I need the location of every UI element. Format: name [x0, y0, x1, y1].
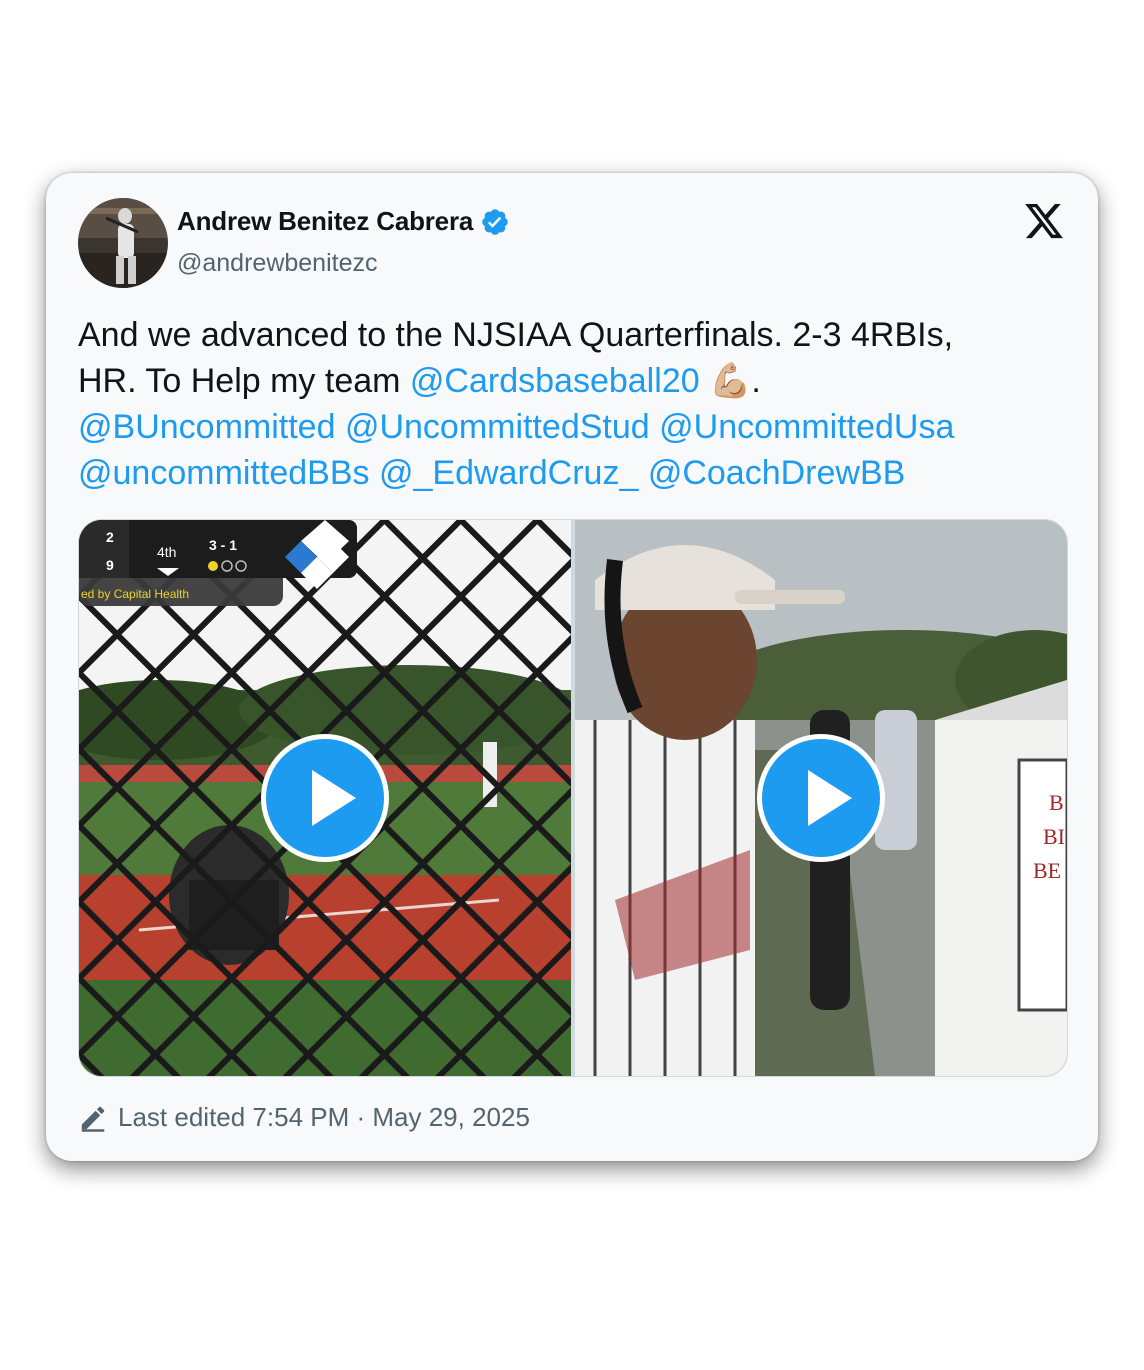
inning-label: 4th	[157, 544, 176, 560]
tweet-card[interactable]: Andrew Benitez Cabrera @andrewbenitezc A…	[46, 173, 1098, 1161]
tweet-text-line1: And we advanced to the NJSIAA Quarterfin…	[78, 316, 954, 354]
video-thumbnail-right[interactable]: B BI BE	[575, 520, 1067, 1076]
play-button-icon[interactable]	[261, 734, 389, 862]
mention-link[interactable]: @BUncommitted	[78, 408, 335, 446]
home-score: 9	[106, 557, 114, 573]
flexed-biceps-emoji: 💪🏼	[709, 362, 752, 400]
mention-link[interactable]: @UncommittedStud	[345, 408, 650, 446]
mention-link[interactable]: @uncommittedBBs	[78, 454, 370, 492]
author-name[interactable]: Andrew Benitez Cabrera	[177, 206, 473, 237]
media-grid: 2 9 4th 3 - 1 ed by Capital Health B BI …	[78, 519, 1068, 1077]
author-avatar[interactable]	[78, 198, 168, 288]
sign-text-1: B	[1049, 790, 1064, 815]
last-edited-timestamp[interactable]: Last edited 7:54 PM · May 29, 2025	[118, 1102, 530, 1133]
play-button-icon[interactable]	[757, 734, 885, 862]
tweet-text: And we advanced to the NJSIAA Quarterfin…	[78, 312, 1078, 496]
mention-link[interactable]: @Cardsbaseball20	[410, 362, 700, 400]
count-label: 3 - 1	[209, 537, 237, 553]
video-thumbnail-left[interactable]: 2 9 4th 3 - 1 ed by Capital Health	[79, 520, 571, 1076]
author-handle[interactable]: @andrewbenitezc	[177, 249, 378, 278]
tweet-text-line2: HR. To Help my team	[78, 362, 410, 400]
sponsor-label: ed by Capital Health	[81, 587, 189, 601]
verified-badge-icon	[482, 208, 508, 235]
away-score: 2	[106, 529, 114, 545]
sign-text-2: BI	[1043, 824, 1065, 849]
mention-link[interactable]: @UncommittedUsa	[659, 408, 954, 446]
period-text: .	[751, 362, 761, 400]
sign-text-3: BE	[1033, 858, 1061, 883]
x-logo-icon[interactable]	[1022, 200, 1066, 242]
mention-link[interactable]: @_EdwardCruz_	[379, 454, 638, 492]
mention-link[interactable]: @CoachDrewBB	[648, 454, 906, 492]
pencil-edit-icon	[81, 1106, 105, 1132]
